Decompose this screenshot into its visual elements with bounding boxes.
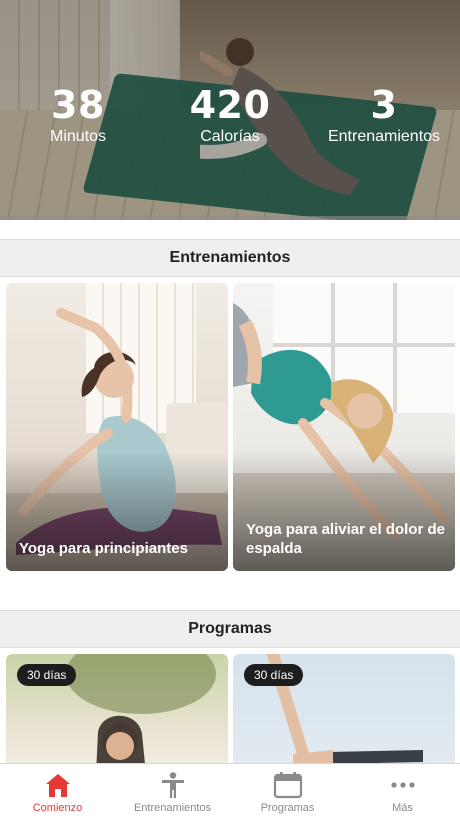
nav-item-label: Entrenamientos [133, 802, 212, 814]
home-icon [45, 774, 70, 797]
stat-minutes: 38 Minutos [42, 86, 114, 147]
person-icon [161, 772, 184, 798]
workout-title: Yoga para aliviar el dolor de espalda [246, 521, 445, 557]
section-title-programs: Programas [0, 610, 460, 648]
workout-title: Yoga para principiantes [19, 540, 188, 557]
nav-item-label: Comienzo [32, 802, 83, 814]
program-card-2[interactable]: 30 días [233, 654, 455, 774]
more-icon [390, 782, 415, 788]
duration-badge: 30 días [244, 664, 304, 686]
nav-item-programs[interactable]: Programas [230, 764, 345, 818]
workout-card-beginners[interactable]: Yoga para principiantes [6, 283, 228, 571]
section-title-workouts: Entrenamientos [0, 239, 460, 277]
stat-label: Calorías [200, 128, 260, 145]
workout-card-back-pain[interactable]: Yoga para aliviar el dolor de espalda [233, 283, 455, 571]
nav-item-label: Programas [260, 802, 315, 814]
nav-item-label: Más [392, 802, 413, 814]
stat-value: 420 [189, 83, 271, 127]
duration-badge: 30 días [17, 664, 77, 686]
nav-item-more[interactable]: Más [345, 764, 460, 818]
hero-divider [0, 216, 460, 220]
stat-calories: 420 Calorías [180, 86, 280, 147]
nav-item-home[interactable]: Comienzo [0, 764, 115, 818]
calendar-icon [273, 772, 302, 799]
stat-workouts: 3 Entrenamientos [322, 86, 446, 147]
stat-value: 3 [370, 83, 398, 127]
bottom-navigation: Comienzo Entrenamientos Programas Más [0, 763, 460, 818]
stat-value: 38 [51, 83, 105, 127]
nav-item-workouts[interactable]: Entrenamientos [115, 764, 230, 818]
stat-label: Entrenamientos [327, 128, 441, 145]
program-card-1[interactable]: 30 días [6, 654, 228, 774]
hero-banner: 38 Minutos 420 Calorías 3 Entrenamientos [0, 0, 460, 220]
stat-label: Minutos [49, 128, 107, 145]
